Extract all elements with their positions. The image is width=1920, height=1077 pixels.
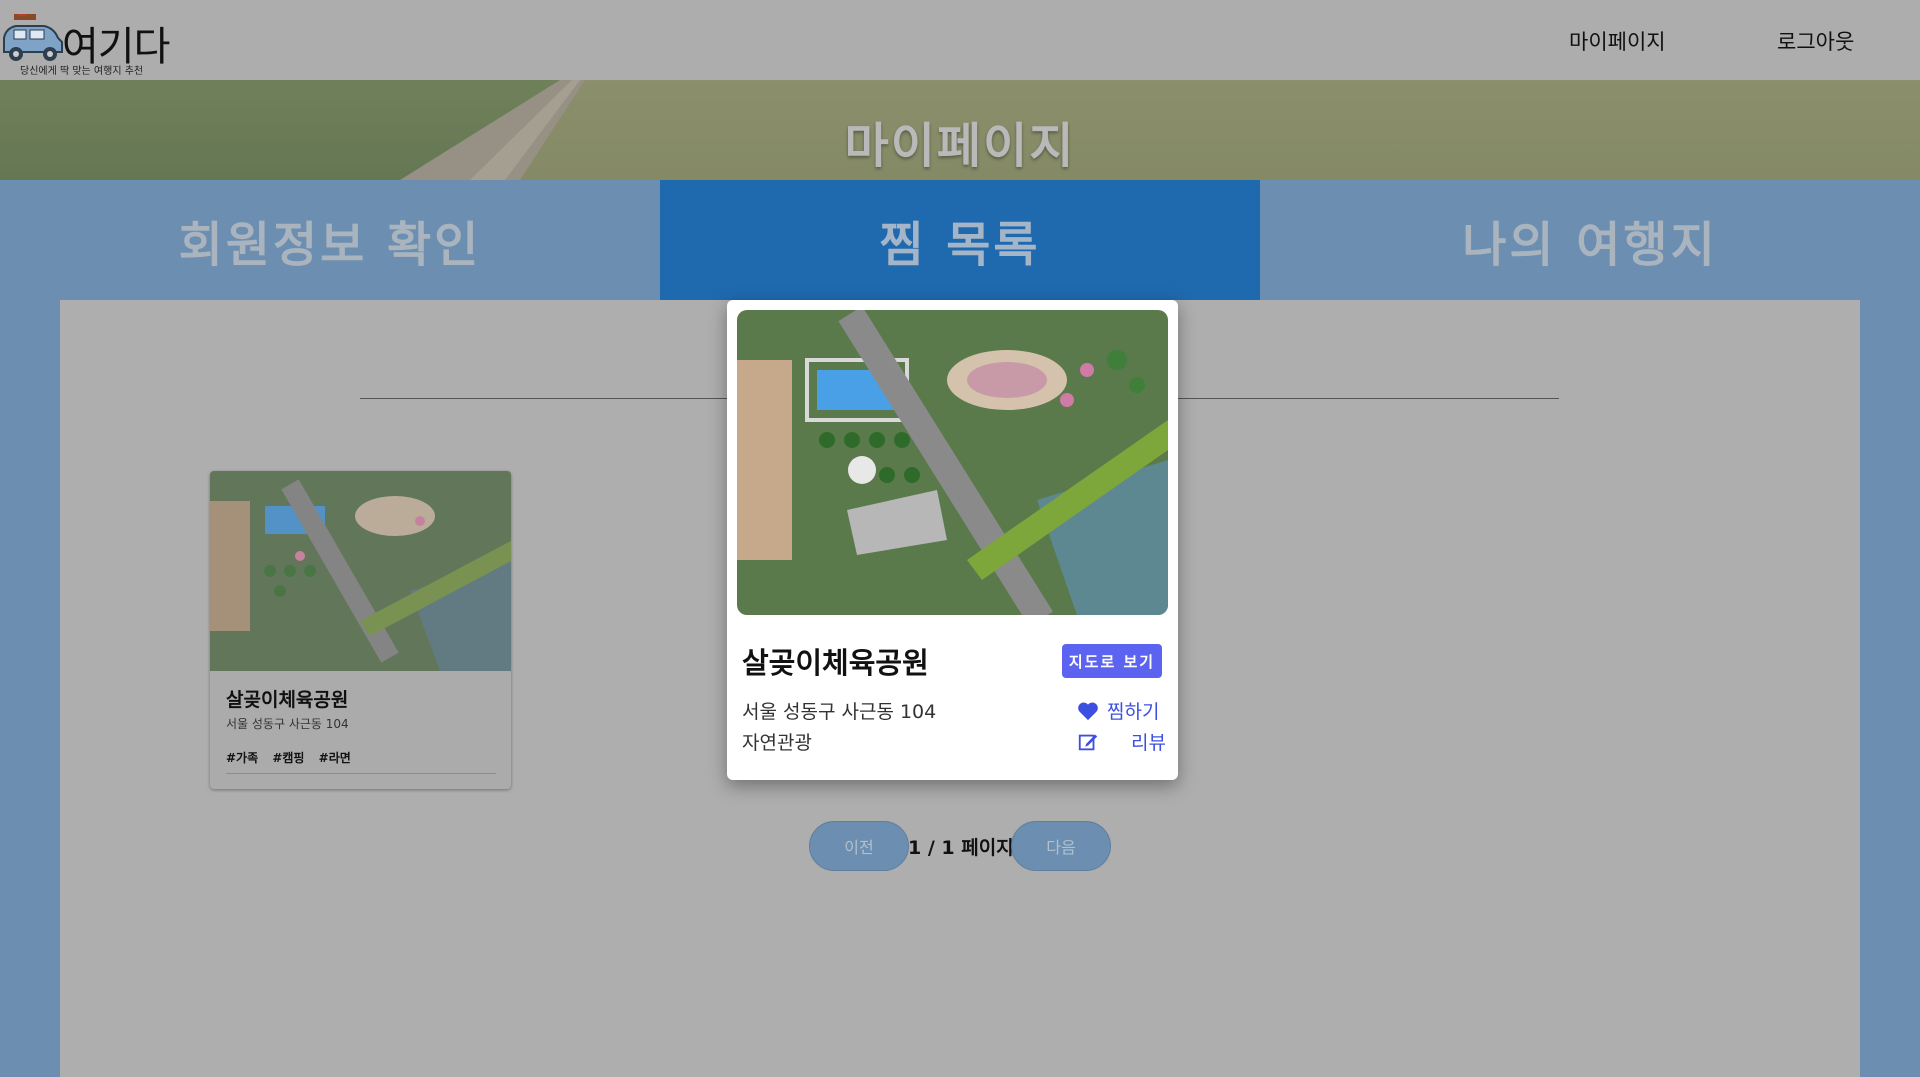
nav-mypage-link[interactable]: 마이페이지 <box>1569 26 1666 56</box>
review-button[interactable]: 리뷰 <box>1077 728 1166 755</box>
modal-address: 서울 성동구 사근동 104 <box>742 701 937 723</box>
page-info: 1 / 1 페이지 <box>908 837 1014 859</box>
next-page-button[interactable]: 다음 <box>1011 821 1111 871</box>
view-map-button[interactable]: 지도로 보기 <box>1062 644 1162 678</box>
like-label: 찜하기 <box>1107 701 1160 723</box>
tag: #라면 <box>318 751 351 765</box>
pagination: 이전 1 / 1 페이지 다음 <box>809 821 1209 871</box>
card-divider <box>226 773 496 774</box>
page-title: 마이페이지 <box>844 118 1076 174</box>
side-band-right <box>1860 300 1920 1077</box>
card-address: 서울 성동구 사근동 104 <box>226 717 349 731</box>
heart-icon <box>1078 702 1098 720</box>
card-title: 살곶이체육공원 <box>226 689 349 711</box>
modal-category: 자연관광 <box>742 732 812 754</box>
modal-title: 살곶이체육공원 <box>742 646 929 680</box>
tab-wishlist[interactable]: 찜 목록 <box>660 180 1260 300</box>
mypage-tabs: 회원정보 확인 찜 목록 나의 여행지 <box>0 180 1920 300</box>
card-tags: #가족 #캠핑 #라면 <box>226 749 361 766</box>
wishlist-card[interactable]: 살곶이체육공원 서울 성동구 사근동 104 #가족 #캠핑 #라면 <box>210 471 511 789</box>
top-header: 여기다 당신에게 딱 맞는 여행지 추천 마이페이지 로그아웃 <box>0 0 1920 80</box>
logo-subtitle: 당신에게 딱 맞는 여행지 추천 <box>20 66 144 77</box>
review-label: 리뷰 <box>1131 732 1166 754</box>
tag: #캠핑 <box>272 751 305 765</box>
tab-my-destinations[interactable]: 나의 여행지 <box>1260 180 1920 300</box>
edit-icon <box>1078 734 1098 750</box>
like-button[interactable]: 찜하기 <box>1077 697 1159 724</box>
site-logo[interactable]: 여기다 당신에게 딱 맞는 여행지 추천 <box>0 10 180 77</box>
tag: #가족 <box>226 751 259 765</box>
park-aerial-image <box>737 310 1168 615</box>
side-band-left <box>0 300 60 1077</box>
park-detail-image <box>737 310 1168 615</box>
car-icon <box>3 14 63 61</box>
nav-logout-link[interactable]: 로그아웃 <box>1777 26 1854 56</box>
tab-member-info[interactable]: 회원정보 확인 <box>0 180 660 300</box>
park-thumbnail-image <box>210 471 511 671</box>
prev-page-button[interactable]: 이전 <box>809 821 909 871</box>
page-banner: 마이페이지 <box>0 80 1920 180</box>
place-detail-modal: 살곶이체육공원 지도로 보기 서울 성동구 사근동 104 자연관광 찜하기 리… <box>727 300 1178 780</box>
